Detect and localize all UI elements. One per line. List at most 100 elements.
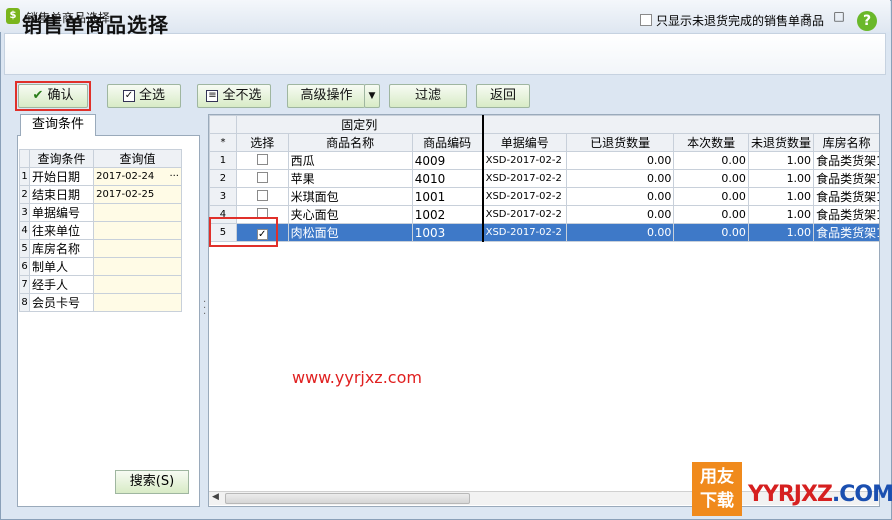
column-header[interactable]: 商品编码 [411, 133, 484, 152]
row-number: 3 [209, 187, 237, 206]
confirm-button[interactable]: ✔ 确认 [18, 84, 88, 108]
product-code: 1001 [411, 187, 484, 206]
column-header[interactable]: 商品名称 [287, 133, 413, 152]
back-button[interactable]: 返回 [476, 84, 530, 108]
query-row[interactable]: 3 单据编号 [19, 203, 182, 222]
check-icon: ✔ [32, 88, 44, 103]
page-title: 销售单商品选择 [22, 13, 169, 37]
current-qty[interactable]: 0.00 [673, 169, 749, 188]
column-header[interactable]: 单据编号 [481, 133, 567, 152]
ellipsis-button[interactable]: ··· [169, 171, 179, 182]
select-all-button[interactable]: ✓ 全选 [107, 84, 181, 108]
current-qty[interactable]: 0.00 [673, 187, 749, 206]
returned-qty: 0.00 [565, 151, 675, 170]
condition-value[interactable]: 2017-02-25 [93, 185, 182, 204]
returned-qty: 0.00 [565, 223, 675, 242]
select-cell[interactable] [235, 187, 289, 206]
chevron-down-icon[interactable]: ▼ [364, 84, 380, 108]
query-row[interactable]: 6 制单人 [19, 257, 182, 276]
row-checkbox[interactable] [256, 189, 268, 201]
column-header[interactable]: 库房名称 [813, 133, 879, 152]
product-name: 米琪面包 [287, 187, 413, 206]
table-row[interactable]: 4 夹心面包 1002 XSD-2017-02-2 0.00 0.00 1.00 食品类货架1 [209, 205, 879, 224]
query-row[interactable]: 5 库房名称 [19, 239, 182, 258]
column-header[interactable]: 选择 [235, 133, 289, 152]
product-code: 1002 [411, 205, 484, 224]
corner-cell [19, 149, 30, 168]
row-checkbox[interactable] [256, 153, 268, 165]
select-cell[interactable] [235, 151, 289, 170]
logo-top-text: 用友 [700, 467, 734, 487]
condition-value[interactable] [93, 275, 182, 294]
confirm-label: 确认 [47, 88, 74, 103]
row-number: 2 [19, 185, 30, 204]
query-table: 查询条件 查询值 1 开始日期 2017-02-24 ··· 2 结束日期 2017-02-… [19, 149, 182, 312]
row-number: 4 [19, 221, 30, 240]
query-row[interactable]: 7 经手人 [19, 275, 182, 294]
current-qty[interactable]: 0.00 [673, 205, 749, 224]
logo-text-suffix: .COM [831, 482, 892, 507]
current-qty[interactable]: 0.00 [673, 151, 749, 170]
bill-number: XSD-2017-02-2 [481, 205, 567, 224]
column-header[interactable]: 本次数量 [673, 133, 749, 152]
store-name: 食品类货架1 [813, 169, 879, 188]
condition-name: 制单人 [28, 257, 95, 276]
product-grid: 固定列 * 选择商品名称商品编码单据编号已退货数量本次数量未退货数量库房名称最 … [208, 114, 880, 507]
product-table: 固定列 * 选择商品名称商品编码单据编号已退货数量本次数量未退货数量库房名称最 … [209, 115, 879, 242]
scrollbar-thumb[interactable] [225, 493, 470, 504]
list-icon: ≡ [206, 89, 219, 102]
remaining-qty: 1.00 [747, 223, 815, 242]
store-name: 食品类货架1 [813, 205, 879, 224]
search-button[interactable]: 搜索(S) [115, 470, 189, 494]
table-row[interactable]: 5 ✓ 肉松面包 1003 XSD-2017-02-2 0.00 0.00 1.00 食品类货架… [209, 223, 879, 242]
product-code: 1003 [411, 223, 484, 242]
current-qty[interactable]: 0.00 [673, 223, 749, 242]
filter-button[interactable]: 过滤 [389, 84, 467, 108]
query-row[interactable]: 2 结束日期 2017-02-25 [19, 185, 182, 204]
deselect-all-label: 全不选 [222, 88, 262, 103]
advanced-button[interactable]: 高级操作 [287, 84, 365, 108]
condition-name: 开始日期 [28, 167, 95, 186]
table-row[interactable]: 3 米琪面包 1001 XSD-2017-02-2 0.00 0.00 1.00 食品类货架1 [209, 187, 879, 206]
condition-value[interactable] [93, 221, 182, 240]
condition-value[interactable] [93, 293, 182, 312]
only-unreturned-checkbox[interactable] [640, 14, 652, 26]
condition-name: 经手人 [28, 275, 95, 294]
splitter-handle[interactable]: · · · [203, 298, 207, 320]
store-name: 食品类货架1 [813, 223, 879, 242]
deselect-all-button[interactable]: ≡ 全不选 [197, 84, 271, 108]
help-icon[interactable]: ? [857, 11, 877, 31]
condition-name: 库房名称 [28, 239, 95, 258]
logo-bottom-text: 下载 [700, 491, 734, 511]
store-name: 食品类货架1 [813, 151, 879, 170]
corner-cell [209, 115, 237, 134]
product-name: 苹果 [287, 169, 413, 188]
column-header[interactable]: 已退货数量 [565, 133, 675, 152]
condition-value[interactable] [93, 257, 182, 276]
bill-number: XSD-2017-02-2 [481, 223, 567, 242]
query-row[interactable]: 8 会员卡号 [19, 293, 182, 312]
bill-number: XSD-2017-02-2 [481, 169, 567, 188]
condition-value[interactable]: 2017-02-24 ··· [93, 167, 182, 186]
returned-qty: 0.00 [565, 169, 675, 188]
condition-value-text: 2017-02-24 [96, 171, 155, 182]
store-name: 食品类货架1 [813, 187, 879, 206]
column-header[interactable]: 未退货数量 [747, 133, 815, 152]
select-cell[interactable] [235, 169, 289, 188]
tab-query-conditions[interactable]: 查询条件 [20, 114, 96, 136]
query-row[interactable]: 1 开始日期 2017-02-24 ··· [19, 167, 182, 186]
row-checkbox[interactable] [256, 171, 268, 183]
condition-value[interactable] [93, 239, 182, 258]
row-number-header: * [209, 133, 237, 152]
returned-qty: 0.00 [565, 187, 675, 206]
col-value: 查询值 [93, 149, 182, 168]
header-panel [4, 33, 886, 75]
app-icon: $ [6, 8, 20, 24]
product-name: 夹心面包 [287, 205, 413, 224]
table-row[interactable]: 1 西瓜 4009 XSD-2017-02-2 0.00 0.00 1.00 食品类货架1 [209, 151, 879, 170]
table-row[interactable]: 2 苹果 4010 XSD-2017-02-2 0.00 0.00 1.00 食品类货架1 [209, 169, 879, 188]
query-row[interactable]: 4 往来单位 [19, 221, 182, 240]
condition-value[interactable] [93, 203, 182, 222]
scroll-left-icon[interactable]: ◀ [212, 492, 219, 502]
maximize-icon[interactable]: □ [830, 8, 848, 24]
